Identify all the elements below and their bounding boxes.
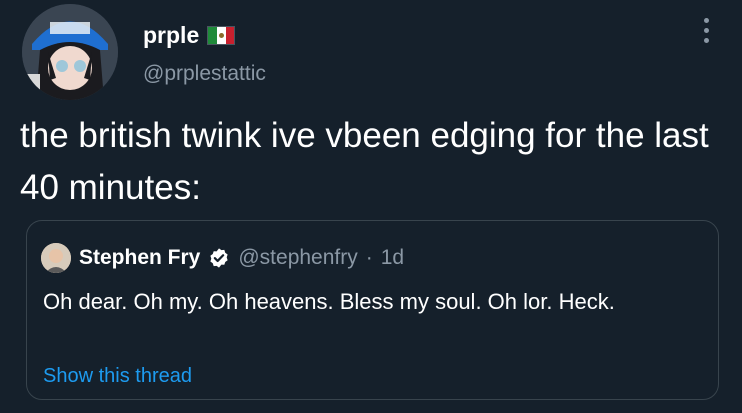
more-options-icon[interactable] bbox=[698, 18, 714, 43]
quoted-timestamp[interactable]: 1d bbox=[381, 246, 404, 270]
quoted-tweet-header: Stephen Fry @stephenfry · 1d bbox=[41, 243, 404, 273]
quoted-tweet-text: Oh dear. Oh my. Oh heavens. Bless my sou… bbox=[43, 289, 615, 314]
tweet-text: the british twink ive vbeen edging for t… bbox=[20, 116, 709, 207]
show-thread-link[interactable]: Show this thread bbox=[43, 365, 192, 388]
quoted-separator: · bbox=[365, 246, 373, 269]
author-display-name[interactable]: prple bbox=[143, 22, 199, 49]
mexico-flag-icon bbox=[207, 26, 236, 45]
quoted-author-handle[interactable]: @stephenfry bbox=[238, 246, 357, 270]
author-avatar[interactable] bbox=[22, 4, 118, 100]
author-name-row: prple bbox=[143, 22, 236, 49]
author-handle[interactable]: @prplestattic bbox=[143, 62, 266, 86]
verified-badge-icon bbox=[210, 248, 228, 268]
quoted-tweet[interactable]: Stephen Fry @stephenfry · 1d Oh dear. Oh… bbox=[26, 220, 719, 400]
quoted-author-avatar bbox=[41, 243, 71, 273]
quoted-author-name[interactable]: Stephen Fry bbox=[79, 246, 200, 270]
anime-avatar-with-cap-icon bbox=[22, 4, 118, 100]
